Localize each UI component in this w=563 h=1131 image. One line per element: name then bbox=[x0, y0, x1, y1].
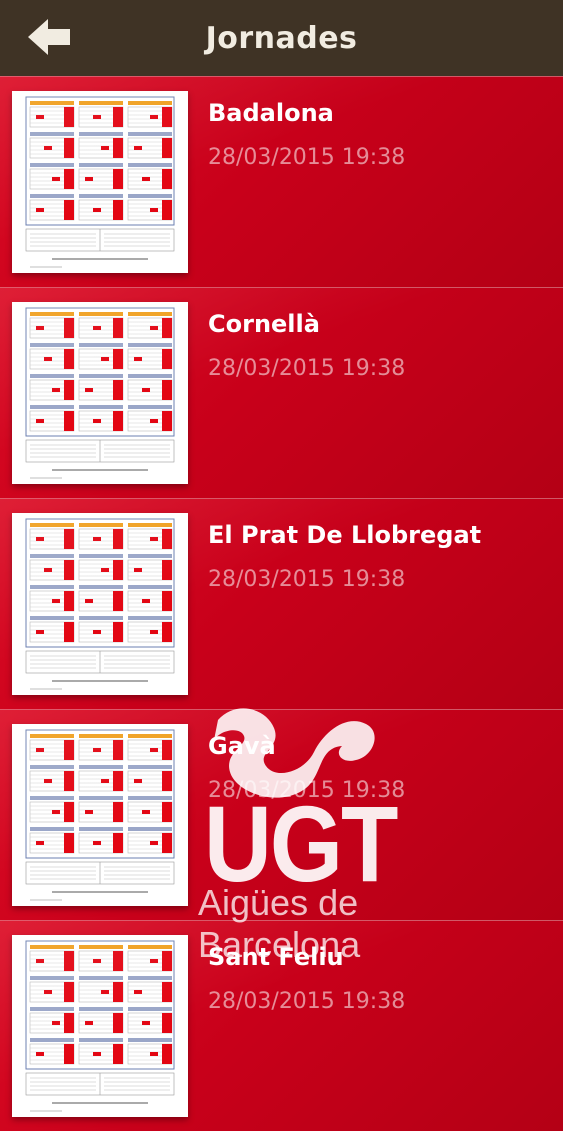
list-item[interactable]: Badalona 28/03/2015 19:38 bbox=[0, 76, 563, 287]
back-button[interactable] bbox=[26, 16, 74, 58]
calendar-page-icon bbox=[25, 307, 175, 479]
jornades-list: Badalona 28/03/2015 19:38 Cornellà 28/03… bbox=[0, 76, 563, 1131]
back-arrow-icon bbox=[28, 19, 70, 55]
list-item[interactable]: Sant Feliu 28/03/2015 19:38 bbox=[0, 920, 563, 1131]
app-header: Jornades bbox=[0, 0, 563, 76]
calendar-page-icon bbox=[25, 940, 175, 1112]
item-date: 28/03/2015 19:38 bbox=[208, 356, 406, 381]
calendar-thumbnail bbox=[12, 935, 188, 1117]
calendar-thumbnail bbox=[12, 724, 188, 906]
item-date: 28/03/2015 19:38 bbox=[208, 567, 406, 592]
item-date: 28/03/2015 19:38 bbox=[208, 989, 406, 1014]
item-date: 28/03/2015 19:38 bbox=[208, 778, 406, 803]
list-item[interactable]: El Prat De Llobregat 28/03/2015 19:38 bbox=[0, 498, 563, 709]
item-date: 28/03/2015 19:38 bbox=[208, 145, 406, 170]
calendar-page-icon bbox=[25, 729, 175, 901]
list-item[interactable]: Cornellà 28/03/2015 19:38 bbox=[0, 287, 563, 498]
item-title: Gavà bbox=[208, 732, 276, 760]
item-title: Badalona bbox=[208, 99, 334, 127]
list-item[interactable]: Gavà 28/03/2015 19:38 bbox=[0, 709, 563, 920]
item-title: El Prat De Llobregat bbox=[208, 521, 482, 549]
calendar-thumbnail bbox=[12, 302, 188, 484]
calendar-page-icon bbox=[25, 518, 175, 690]
item-title: Cornellà bbox=[208, 310, 320, 338]
calendar-page-icon bbox=[25, 96, 175, 268]
calendar-thumbnail bbox=[12, 513, 188, 695]
page-title: Jornades bbox=[205, 20, 358, 56]
calendar-thumbnail bbox=[12, 91, 188, 273]
item-title: Sant Feliu bbox=[208, 943, 344, 971]
